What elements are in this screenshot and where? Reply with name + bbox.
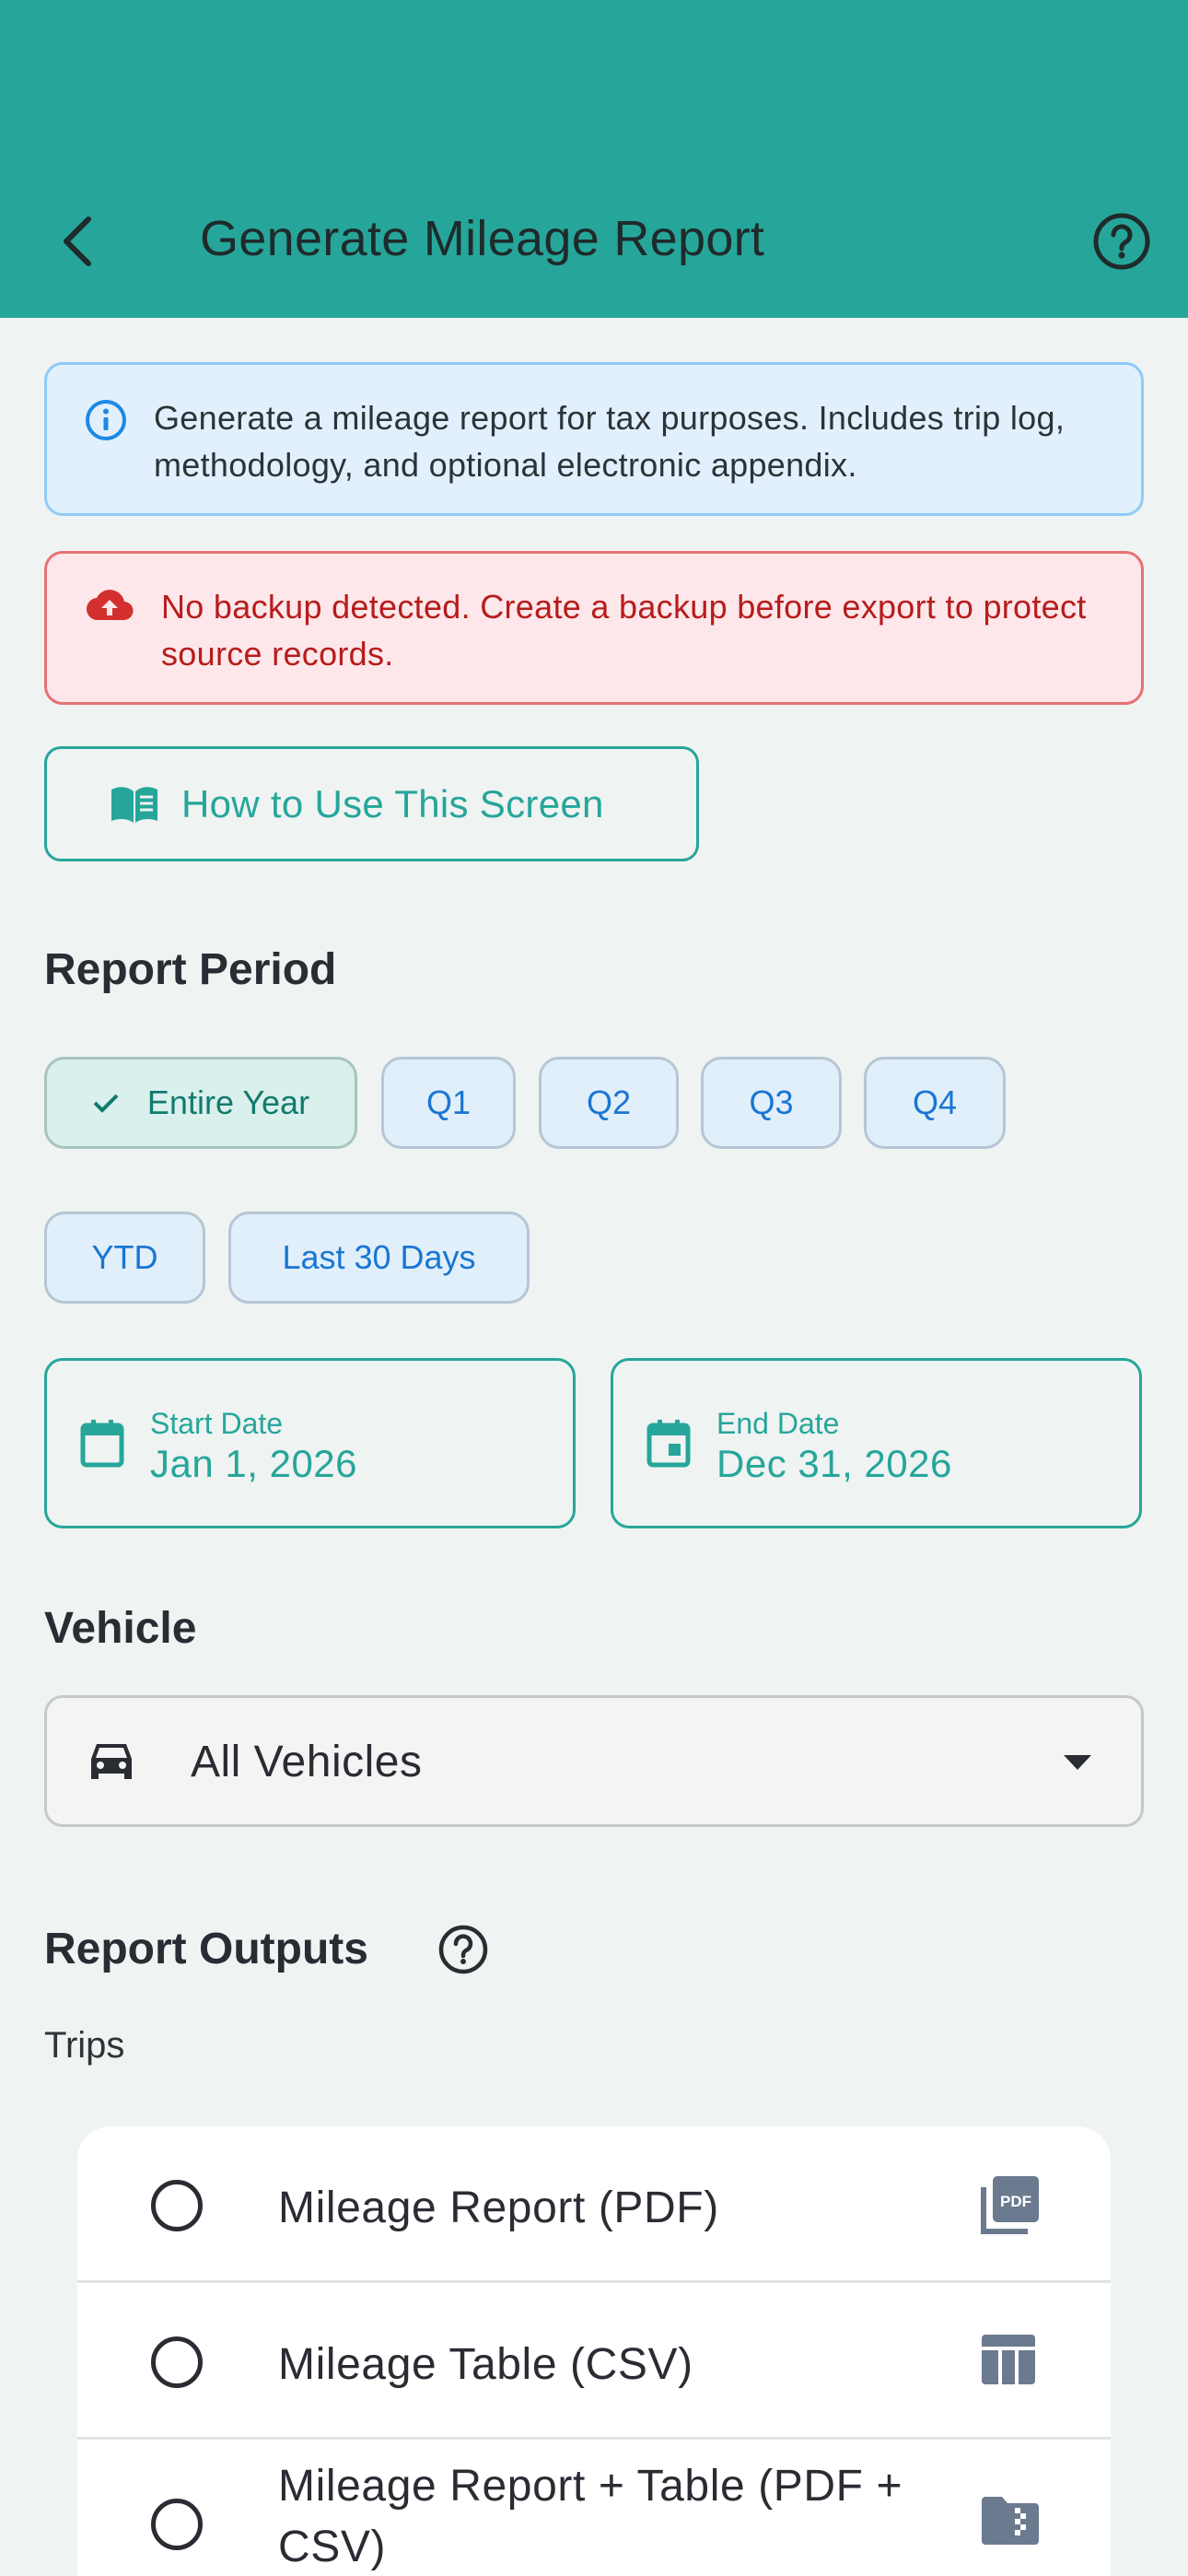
table-icon xyxy=(982,2335,1035,2384)
car-icon xyxy=(91,1744,132,1779)
end-date-label: End Date xyxy=(716,1407,840,1440)
chip-label: Q1 xyxy=(425,1083,472,1121)
backup-warning-text: No backup detected. Create a backup befo… xyxy=(161,588,1087,673)
chip-q3[interactable]: Q3 xyxy=(701,1057,842,1149)
start-date-field[interactable]: Start Date Jan 1, 2026 xyxy=(44,1358,576,1528)
start-date-label: Start Date xyxy=(150,1407,284,1440)
chip-label: YTD xyxy=(91,1238,158,1276)
pdf-file-icon: PDF xyxy=(981,2176,1039,2234)
output-option-pdf[interactable]: Mileage Report (PDF) PDF xyxy=(77,2126,1111,2283)
chip-label: Q3 xyxy=(749,1083,794,1121)
chip-label: Last 30 Days xyxy=(282,1238,476,1276)
book-open-icon xyxy=(111,786,157,823)
page-title: Generate Mileage Report xyxy=(200,211,765,266)
end-date-field[interactable]: End Date Dec 31, 2026 xyxy=(611,1358,1142,1528)
help-button[interactable] xyxy=(1087,206,1157,276)
report-period-title: Report Period xyxy=(44,945,337,994)
vehicle-select[interactable]: All Vehicles xyxy=(44,1695,1144,1827)
radio-button[interactable] xyxy=(151,2180,203,2231)
help-circle-icon[interactable] xyxy=(437,1924,489,1975)
output-option-pdf-csv[interactable]: Mileage Report + Table (PDF + CSV) xyxy=(77,2440,1111,2576)
chip-q4[interactable]: Q4 xyxy=(864,1057,1006,1149)
chip-q2[interactable]: Q2 xyxy=(539,1057,679,1149)
output-option-label: Mileage Table (CSV) xyxy=(278,2340,693,2389)
report-outputs-title: Report Outputs xyxy=(44,1925,368,1973)
chevron-left-icon xyxy=(64,217,91,266)
output-option-label: Mileage Report + Table (PDF + CSV) xyxy=(278,2462,903,2571)
info-icon xyxy=(86,400,126,440)
dropdown-caret-icon xyxy=(1064,1755,1091,1770)
back-button[interactable] xyxy=(48,205,107,278)
output-options-card: Mileage Report (PDF) PDF Mileage Table (… xyxy=(77,2126,1111,2576)
info-banner-text: Generate a mileage report for tax purpos… xyxy=(154,399,1066,484)
radio-button[interactable] xyxy=(151,2499,203,2550)
chip-ytd[interactable]: YTD xyxy=(44,1212,205,1304)
trips-subheading: Trips xyxy=(44,2025,125,2066)
start-date-value: Jan 1, 2026 xyxy=(150,1442,358,1485)
chip-entire-year[interactable]: Entire Year xyxy=(44,1057,357,1149)
vehicle-title: Vehicle xyxy=(44,1604,197,1653)
info-banner: Generate a mileage report for tax purpos… xyxy=(44,362,1144,516)
chip-last-30-days[interactable]: Last 30 Days xyxy=(228,1212,530,1304)
how-to-use-button[interactable]: How to Use This Screen xyxy=(44,746,699,861)
calendar-event-icon xyxy=(646,1420,691,1468)
how-to-use-label: How to Use This Screen xyxy=(181,781,604,825)
chip-label: Q2 xyxy=(586,1083,632,1121)
app-bar: Generate Mileage Report xyxy=(0,0,1188,318)
backup-warning-banner: No backup detected. Create a backup befo… xyxy=(44,551,1144,705)
cloud-upload-icon xyxy=(86,590,134,621)
svg-text:PDF: PDF xyxy=(1000,2193,1031,2210)
check-icon xyxy=(93,1094,119,1113)
end-date-value: Dec 31, 2026 xyxy=(716,1442,952,1485)
chip-label: Entire Year xyxy=(146,1083,310,1121)
output-option-csv[interactable]: Mileage Table (CSV) xyxy=(77,2283,1111,2440)
chip-label: Q4 xyxy=(912,1083,958,1121)
zip-folder-icon xyxy=(982,2497,1039,2545)
vehicle-select-value: All Vehicles xyxy=(191,1738,423,1786)
help-circle-icon xyxy=(1093,213,1150,270)
chip-q1[interactable]: Q1 xyxy=(381,1057,516,1149)
calendar-icon xyxy=(80,1420,124,1468)
output-option-label: Mileage Report (PDF) xyxy=(278,2184,719,2232)
radio-button[interactable] xyxy=(151,2336,203,2388)
